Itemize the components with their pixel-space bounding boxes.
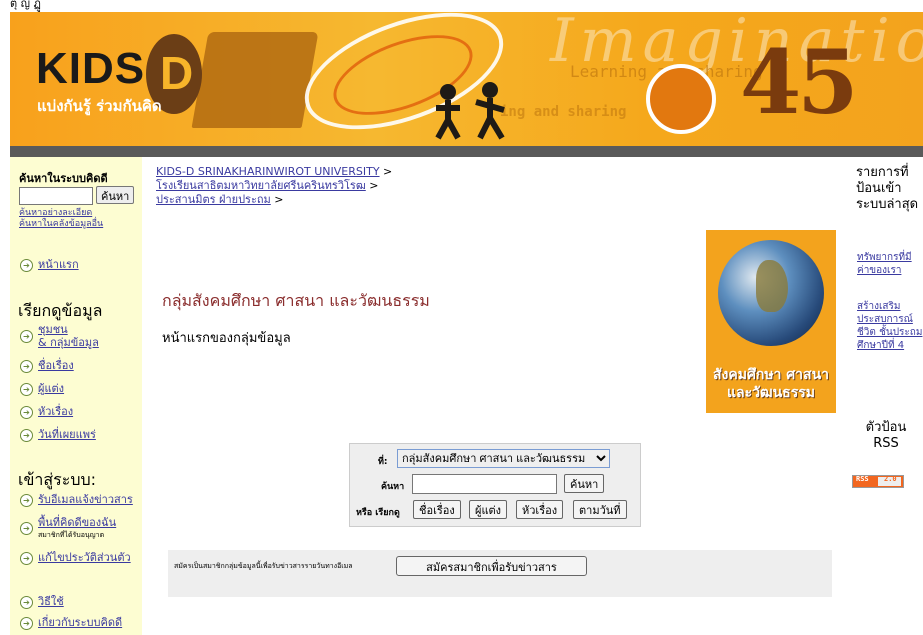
left-sidebar: ค้นหาในระบบคิดดี ค้นหา ค้นหาอย่างละเอียด… (10, 157, 142, 635)
collection-search-button[interactable]: ค้นหา (564, 474, 605, 493)
recent-submissions-title: รายการที่ป้อนเข้าระบบล่าสุด (856, 165, 919, 212)
banner-globe-icon (646, 64, 716, 134)
arrow-circle-icon: ➔ (20, 522, 33, 535)
browse-by-subject-button[interactable]: หัวเรื่อง (516, 500, 564, 519)
banner-learning-text-2: ing and sharing (500, 104, 627, 120)
browse-by-date-button[interactable]: ตามวันที่ (573, 500, 627, 519)
rss-badge-icon[interactable]: RSS 2.0 (852, 475, 904, 488)
breadcrumb-level3: ประสานมิตร ฝ่ายประถม > (156, 193, 284, 206)
page-subtitle: หน้าแรกของกลุ่มข้อมูล (162, 331, 291, 346)
arrow-circle-icon: ➔ (20, 429, 33, 442)
collection-search-form: ที่: กลุ่มสังคมศึกษา ศาสนา และวัฒนธรรม ค… (349, 443, 641, 527)
login-section-title: เข้าสู่ระบบ: (18, 470, 97, 489)
subscribe-button[interactable]: สมัครสมาชิกเพื่อรับข่าวสาร (396, 556, 587, 576)
breadcrumb-level2: โรงเรียนสาธิตมหาวิทยาลัยศรีนครินทรวิโรฒ … (156, 179, 379, 192)
arrow-circle-icon: ➔ (20, 406, 33, 419)
kids-figures-icon (428, 82, 518, 146)
advanced-search-link[interactable]: ค้นหาอย่างละเอียด (19, 208, 103, 219)
breadcrumb-link-primary[interactable]: ประสานมิตร ฝ่ายประถม (156, 193, 271, 206)
scope-select[interactable]: กลุ่มสังคมศึกษา ศาสนา และวัฒนธรรม (397, 449, 610, 468)
advanced-search-links: ค้นหาอย่างละเอียด ค้นหาในคลังข้อมูลอื่น (19, 208, 103, 230)
recent-item-2[interactable]: สร้างเสริมประสบการณ์ชีวิต ชั้นประถมศึกษา… (857, 300, 923, 352)
logo-tagline: แบ่งกันรู้ ร่วมกันคิด (37, 97, 162, 115)
browse-label: หรือ เรียกดู (356, 508, 400, 518)
collection-poster-image: สังคมศึกษา ศาสนา และวัฒนธรรม (706, 230, 836, 413)
arrow-circle-icon: ➔ (20, 552, 33, 565)
arrow-circle-icon: ➔ (20, 383, 33, 396)
arrow-circle-icon: ➔ (20, 330, 33, 343)
arrow-circle-icon: ➔ (20, 617, 33, 630)
sidebar-search-input[interactable] (19, 187, 93, 205)
arrow-circle-icon: ➔ (20, 259, 33, 272)
poster-caption: สังคมศึกษา ศาสนา และวัฒนธรรม (712, 367, 830, 401)
browse-section-title: เรียกดูข้อมูล (18, 301, 103, 320)
repo-search-link[interactable]: ค้นหาในคลังข้อมูลอื่น (19, 219, 103, 230)
breadcrumb-level1: KIDS-D SRINAKHARINWIROT UNIVERSITY > (156, 165, 393, 178)
sidebar-search-button[interactable]: ค้นหา (96, 186, 135, 204)
breadcrumb-link-school[interactable]: โรงเรียนสาธิตมหาวิทยาลัยศรีนครินทรวิโรฒ (156, 179, 366, 192)
banner-number: 45 (740, 30, 858, 134)
sidebar-search-title: ค้นหาในระบบคิดดี (19, 172, 108, 185)
top-partial-text: ตุ ญ ฏู (0, 0, 923, 12)
right-sidebar: รายการที่ป้อนเข้าระบบล่าสุด ทรัพยากรที่ม… (845, 157, 923, 635)
earth-globe-icon (718, 240, 824, 346)
banner-bottom-bar (10, 146, 923, 157)
header-banner: Imagination Learning and sharing ing and… (10, 12, 923, 146)
browse-by-title-button[interactable]: ชื่อเรื่อง (413, 500, 461, 519)
recent-item-1[interactable]: ทรัพยากรที่มีค่าของเรา (857, 251, 923, 277)
subscribe-box: สมัครเป็นสมาชิกกลุ่มข้อมูลนี้เพื่อรับข่า… (168, 550, 832, 597)
logo-kids: KIDS (36, 44, 146, 93)
breadcrumb-link-university[interactable]: KIDS-D SRINAKHARINWIROT UNIVERSITY (156, 165, 380, 178)
scope-label: ที่: (378, 457, 388, 467)
book-graphic (191, 32, 319, 128)
collection-search-input[interactable] (412, 474, 557, 494)
arrow-circle-icon: ➔ (20, 596, 33, 609)
arrow-circle-icon: ➔ (20, 360, 33, 373)
my-space-note: สมาชิกที่ได้รับอนุญาต (38, 531, 105, 539)
browse-by-author-button[interactable]: ผู้แต่ง (469, 500, 508, 519)
rss-feed-title: ตัวป้อน RSS (865, 420, 907, 451)
search-label: ค้นหา (381, 482, 405, 492)
subscribe-text: สมัครเป็นสมาชิกกลุ่มข้อมูลนี้เพื่อรับข่า… (174, 562, 353, 570)
arrow-circle-icon: ➔ (20, 494, 33, 507)
page-title: กลุ่มสังคมศึกษา ศาสนา และวัฒนธรรม (162, 291, 430, 310)
